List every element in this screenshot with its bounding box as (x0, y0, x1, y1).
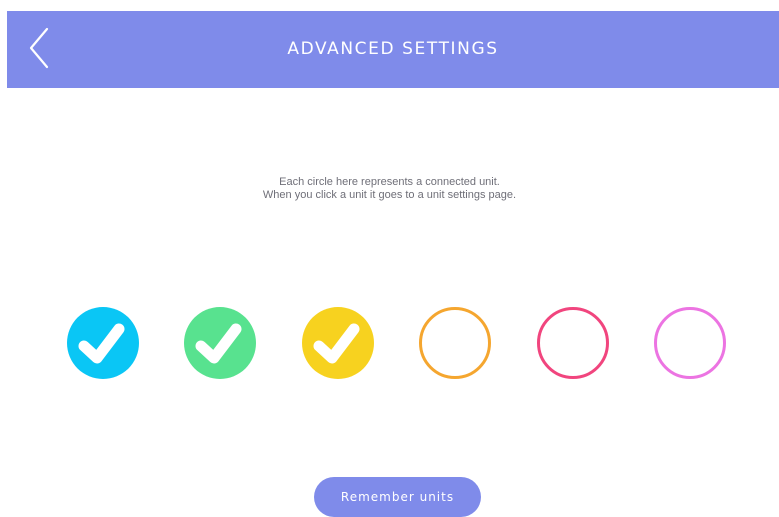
unit-circle-3[interactable] (302, 307, 374, 379)
description-line-2: When you click a unit it goes to a unit … (262, 189, 517, 201)
unit-circle-6[interactable] (654, 307, 726, 379)
checkmark-icon (195, 323, 242, 364)
unit-circle-2[interactable] (184, 307, 256, 379)
unit-description: Each circle here represents a connected … (0, 176, 779, 202)
remember-units-label: Remember units (340, 490, 455, 504)
unit-circle-1[interactable] (67, 307, 139, 379)
page-title: ADVANCED SETTINGS (287, 39, 499, 59)
unit-circle-5[interactable] (537, 307, 609, 379)
unit-circle-4[interactable] (419, 307, 491, 379)
checkmark-icon (78, 323, 125, 364)
header-bar: ADVANCED SETTINGS (7, 11, 779, 88)
description-line-1: Each circle here represents a connected … (279, 176, 500, 188)
checkmark-icon (313, 323, 360, 364)
remember-units-button[interactable]: Remember units (314, 477, 481, 517)
